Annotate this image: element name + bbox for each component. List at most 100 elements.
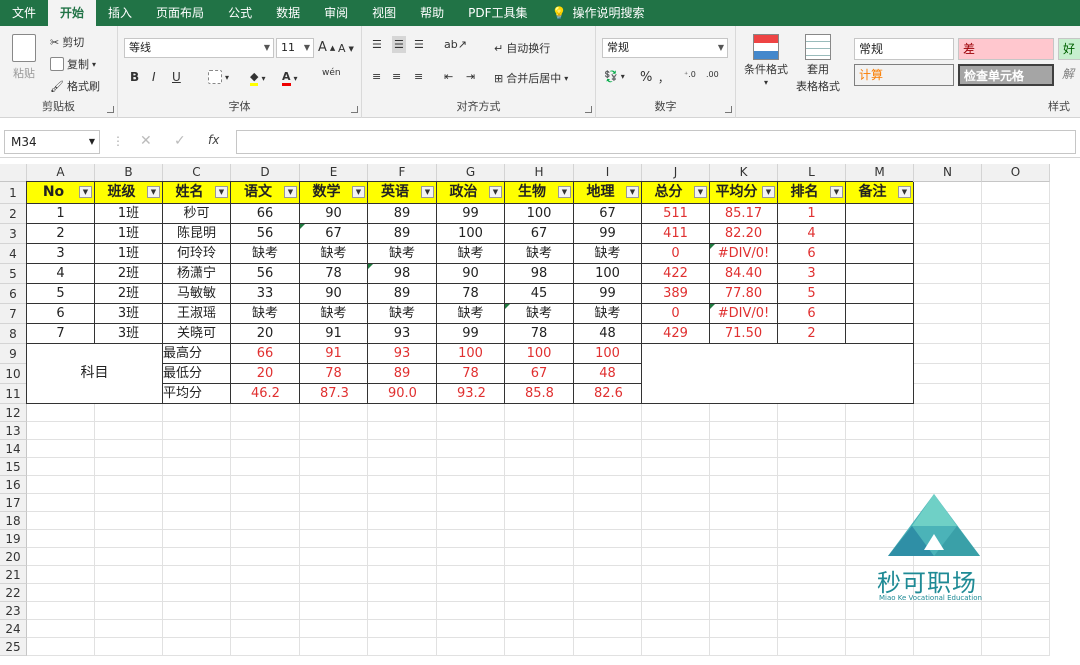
filter-dropdown-icon[interactable]: ▼: [421, 186, 434, 198]
data-cell[interactable]: 85.17: [710, 204, 778, 224]
row-header-21[interactable]: 21: [0, 566, 27, 584]
cell[interactable]: [163, 584, 231, 602]
bold-button[interactable]: B: [130, 70, 139, 84]
data-cell[interactable]: [846, 324, 914, 344]
data-cell[interactable]: 3班: [95, 324, 163, 344]
data-cell[interactable]: 2: [27, 224, 95, 244]
tab-0[interactable]: 文件: [0, 0, 48, 26]
data-cell[interactable]: 100: [505, 204, 574, 224]
row-header-2[interactable]: 2: [0, 204, 27, 224]
header-cell-4[interactable]: 数学 ▼: [300, 182, 368, 204]
cell[interactable]: [914, 344, 982, 364]
cell[interactable]: [505, 602, 574, 620]
row-header-3[interactable]: 3: [0, 224, 27, 244]
data-cell[interactable]: 缺考: [231, 244, 300, 264]
cell[interactable]: [574, 422, 642, 440]
filter-dropdown-icon[interactable]: ▼: [147, 186, 160, 198]
header-cell-6[interactable]: 政治 ▼: [437, 182, 505, 204]
cell[interactable]: [437, 584, 505, 602]
cell[interactable]: [574, 566, 642, 584]
cell[interactable]: [437, 422, 505, 440]
row-header-10[interactable]: 10: [0, 364, 27, 384]
data-cell[interactable]: 1班: [95, 244, 163, 264]
data-cell[interactable]: 67: [300, 224, 368, 244]
left-align-button[interactable]: ≡: [372, 70, 381, 83]
cell[interactable]: [231, 548, 300, 566]
style-calculation[interactable]: 计算: [854, 64, 954, 86]
cell[interactable]: [231, 458, 300, 476]
data-cell[interactable]: 2: [778, 324, 846, 344]
cell[interactable]: [368, 440, 437, 458]
cell[interactable]: [710, 458, 778, 476]
data-cell[interactable]: 5: [27, 284, 95, 304]
data-cell[interactable]: 99: [574, 224, 642, 244]
cell[interactable]: [982, 344, 1050, 364]
cell[interactable]: [231, 530, 300, 548]
data-cell[interactable]: #DIV/0!: [710, 244, 778, 264]
orientation-button[interactable]: ab↗: [444, 38, 467, 51]
data-cell[interactable]: 缺考: [231, 304, 300, 324]
cell[interactable]: [982, 364, 1050, 384]
cell[interactable]: [437, 548, 505, 566]
column-header-D[interactable]: D: [231, 164, 300, 182]
data-cell[interactable]: [846, 224, 914, 244]
cell[interactable]: [163, 422, 231, 440]
data-cell[interactable]: [846, 264, 914, 284]
data-cell[interactable]: 3: [27, 244, 95, 264]
cell[interactable]: [778, 476, 846, 494]
row-header-24[interactable]: 24: [0, 620, 27, 638]
tab-6[interactable]: 审阅: [312, 0, 360, 26]
data-cell[interactable]: 缺考: [574, 244, 642, 264]
data-cell[interactable]: 缺考: [368, 244, 437, 264]
shrink-font-button[interactable]: A ▼: [338, 42, 354, 55]
style-check-cell[interactable]: 检查单元格: [958, 64, 1054, 86]
cell[interactable]: [505, 494, 574, 512]
filter-dropdown-icon[interactable]: ▼: [694, 186, 707, 198]
cell[interactable]: [437, 440, 505, 458]
data-cell[interactable]: 1: [27, 204, 95, 224]
filter-dropdown-icon[interactable]: ▼: [215, 186, 228, 198]
increase-indent-button[interactable]: ⇥: [466, 70, 475, 83]
summary-value[interactable]: 100: [505, 344, 574, 364]
number-launcher-icon[interactable]: [725, 106, 732, 113]
cell[interactable]: [231, 584, 300, 602]
cell[interactable]: [505, 404, 574, 422]
data-cell[interactable]: 91: [300, 324, 368, 344]
cell[interactable]: [574, 458, 642, 476]
cell[interactable]: [778, 458, 846, 476]
center-align-button[interactable]: ≡: [392, 70, 401, 83]
tab-7[interactable]: 视图: [360, 0, 408, 26]
data-cell[interactable]: 67: [505, 224, 574, 244]
cell[interactable]: [437, 404, 505, 422]
data-cell[interactable]: 3班: [95, 304, 163, 324]
cell[interactable]: [231, 476, 300, 494]
data-cell[interactable]: 100: [574, 264, 642, 284]
cell[interactable]: [368, 494, 437, 512]
summary-value[interactable]: 82.6: [574, 384, 642, 404]
cell[interactable]: [368, 422, 437, 440]
cell[interactable]: [368, 620, 437, 638]
cell[interactable]: [300, 494, 368, 512]
cancel-icon[interactable]: ✕: [140, 133, 152, 149]
summary-value[interactable]: 85.8: [505, 384, 574, 404]
cell[interactable]: [574, 476, 642, 494]
cell[interactable]: [778, 404, 846, 422]
row-header-9[interactable]: 9: [0, 344, 27, 364]
row-header-12[interactable]: 12: [0, 404, 27, 422]
style-explanatory[interactable]: 解: [1058, 64, 1080, 86]
header-cell-12[interactable]: 备注 ▼: [846, 182, 914, 204]
cell[interactable]: [914, 404, 982, 422]
cell[interactable]: [163, 494, 231, 512]
cell[interactable]: [982, 224, 1050, 244]
cell[interactable]: [846, 458, 914, 476]
cell[interactable]: [368, 548, 437, 566]
data-cell[interactable]: 98: [368, 264, 437, 284]
column-header-E[interactable]: E: [300, 164, 368, 182]
cell[interactable]: [574, 404, 642, 422]
data-cell[interactable]: 0: [642, 304, 710, 324]
cell[interactable]: [95, 638, 163, 656]
cell[interactable]: [982, 324, 1050, 344]
data-cell[interactable]: 5: [778, 284, 846, 304]
border-button[interactable]: ▾: [208, 70, 229, 84]
cell[interactable]: [27, 548, 95, 566]
